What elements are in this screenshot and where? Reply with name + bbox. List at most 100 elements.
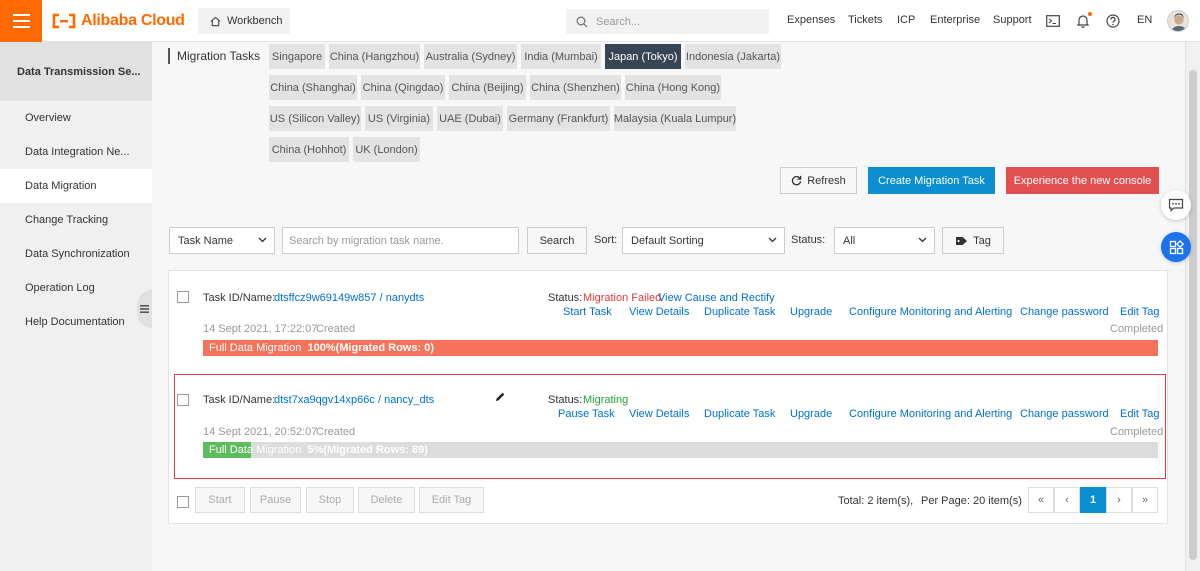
nav-icp[interactable]: ICP bbox=[897, 14, 915, 26]
chevron-down-icon bbox=[768, 237, 777, 243]
sidebar-item-data-synchronization[interactable]: Data Synchronization bbox=[0, 237, 152, 271]
region-china-beijing[interactable]: China (Beijing) bbox=[449, 75, 526, 100]
alibaba-cloud-logo-icon bbox=[52, 13, 76, 29]
sidebar-item-operation-log[interactable]: Operation Log bbox=[0, 271, 152, 305]
tag-filter-button[interactable]: Tag bbox=[942, 227, 1004, 254]
pagination-prev-button[interactable]: ‹ bbox=[1054, 487, 1080, 513]
region-china-qingdao[interactable]: China (Qingdao) bbox=[361, 75, 445, 100]
task-1-progress-detail: 100%(Migrated Rows: 0) bbox=[307, 342, 434, 354]
task-2-duplicate-task[interactable]: Duplicate Task bbox=[704, 408, 775, 420]
task-1-configure-monitoring[interactable]: Configure Monitoring and Alerting bbox=[849, 306, 1012, 318]
chat-feedback-button[interactable] bbox=[1161, 190, 1191, 220]
region-us-virginia[interactable]: US (Virginia) bbox=[365, 106, 433, 131]
avatar[interactable] bbox=[1167, 10, 1189, 32]
search-field-select[interactable]: Task Name bbox=[169, 227, 275, 254]
apps-button[interactable] bbox=[1161, 232, 1191, 262]
task-2-upgrade[interactable]: Upgrade bbox=[790, 408, 832, 420]
batch-delete-button[interactable]: Delete bbox=[358, 487, 415, 513]
task-1-created-time: 14 Sept 2021, 17:22:07 bbox=[203, 323, 318, 335]
sidebar-item-change-tracking[interactable]: Change Tracking bbox=[0, 203, 152, 237]
terminal-icon[interactable] bbox=[1044, 12, 1062, 30]
new-console-button[interactable]: Experience the new console bbox=[1006, 167, 1159, 194]
region-us-silicon-valley[interactable]: US (Silicon Valley) bbox=[269, 106, 361, 131]
sidebar-item-data-integration[interactable]: Data Integration Ne... bbox=[0, 135, 152, 169]
region-china-shenzhen[interactable]: China (Shenzhen) bbox=[530, 75, 621, 100]
search-icon bbox=[576, 16, 588, 27]
apps-grid-icon bbox=[1169, 239, 1184, 254]
select-all-checkbox[interactable] bbox=[177, 496, 189, 508]
region-singapore[interactable]: Singapore bbox=[269, 44, 325, 69]
sidebar-collapse-handle[interactable] bbox=[137, 290, 152, 328]
pagination-first-button[interactable]: « bbox=[1028, 487, 1054, 513]
task-2-id-link[interactable]: dtst7xa9qgv14xp66c / nancy_dts bbox=[274, 394, 434, 406]
nav-expenses[interactable]: Expenses bbox=[787, 14, 835, 26]
pagination-page-1[interactable]: 1 bbox=[1080, 487, 1106, 513]
region-china-hangzhou[interactable]: China (Hangzhou) bbox=[329, 44, 420, 69]
brand-logo[interactable]: Alibaba Cloud bbox=[52, 11, 185, 31]
sidebar-item-data-migration[interactable]: Data Migration bbox=[0, 169, 152, 203]
search-field-value: Task Name bbox=[178, 234, 234, 247]
task-1-duplicate-task[interactable]: Duplicate Task bbox=[704, 306, 775, 318]
region-uae-dubai[interactable]: UAE (Dubai) bbox=[437, 106, 503, 131]
task-1-view-details[interactable]: View Details bbox=[629, 306, 689, 318]
task-search-input[interactable]: Search by migration task name. bbox=[282, 227, 519, 254]
language-switch[interactable]: EN bbox=[1137, 14, 1152, 26]
chevron-down-icon bbox=[918, 237, 927, 243]
collapse-icon bbox=[140, 305, 149, 313]
sort-select[interactable]: Default Sorting bbox=[622, 227, 785, 254]
batch-start-button[interactable]: Start bbox=[195, 487, 245, 513]
menu-icon[interactable] bbox=[0, 0, 42, 42]
region-china-shanghai[interactable]: China (Shanghai) bbox=[269, 75, 357, 100]
region-malaysia-kuala-lumpur[interactable]: Malaysia (Kuala Lumpur) bbox=[614, 106, 736, 131]
help-icon[interactable] bbox=[1104, 12, 1122, 30]
task-1-upgrade[interactable]: Upgrade bbox=[790, 306, 832, 318]
sidebar-item-overview[interactable]: Overview bbox=[0, 101, 152, 135]
search-button[interactable]: Search bbox=[527, 227, 587, 254]
task-2-configure-monitoring[interactable]: Configure Monitoring and Alerting bbox=[849, 408, 1012, 420]
workbench-button[interactable]: Workbench bbox=[198, 8, 290, 34]
page-scrollbar[interactable] bbox=[1185, 42, 1200, 571]
nav-enterprise[interactable]: Enterprise bbox=[930, 14, 980, 26]
global-search-input[interactable]: Search... bbox=[566, 9, 769, 34]
task-2-edit-tag[interactable]: Edit Tag bbox=[1120, 408, 1160, 420]
task-2-created-time: 14 Sept 2021, 20:52:07 bbox=[203, 426, 318, 438]
region-japan-tokyo[interactable]: Japan (Tokyo) bbox=[605, 44, 681, 69]
create-migration-task-button[interactable]: Create Migration Task bbox=[868, 167, 995, 194]
region-china-hohhot[interactable]: China (Hohhot) bbox=[269, 137, 349, 162]
nav-tickets[interactable]: Tickets bbox=[848, 14, 882, 26]
edit-name-pencil-icon[interactable] bbox=[494, 391, 508, 405]
page-title: Migration Tasks bbox=[168, 48, 260, 64]
pagination-next-button[interactable]: › bbox=[1106, 487, 1132, 513]
task-2-pause-task[interactable]: Pause Task bbox=[558, 408, 615, 420]
task-1-id-link[interactable]: dtsffcz9w69149w857 / nanydts bbox=[274, 292, 424, 304]
task-2-progress-text: Full Data Migration 5%(Migrated Rows: 89… bbox=[209, 442, 428, 458]
task-2-change-password[interactable]: Change password bbox=[1020, 408, 1109, 420]
region-indonesia-jakarta[interactable]: Indonesia (Jakarta) bbox=[685, 44, 781, 69]
batch-stop-button[interactable]: Stop bbox=[306, 487, 354, 513]
bell-icon[interactable] bbox=[1074, 12, 1092, 30]
region-china-hong-kong[interactable]: China (Hong Kong) bbox=[625, 75, 721, 100]
region-india-mumbai[interactable]: India (Mumbai) bbox=[521, 44, 601, 69]
task-2-view-details[interactable]: View Details bbox=[629, 408, 689, 420]
task-1-checkbox[interactable] bbox=[177, 291, 189, 303]
status-select[interactable]: All bbox=[834, 227, 935, 254]
task-1-state: Completed bbox=[1110, 323, 1164, 335]
pagination-last-button[interactable]: » bbox=[1132, 487, 1158, 513]
task-1-edit-tag[interactable]: Edit Tag bbox=[1120, 306, 1160, 318]
tag-icon bbox=[956, 236, 968, 245]
scrollbar-thumb[interactable] bbox=[1189, 70, 1197, 560]
search-placeholder: Search... bbox=[596, 15, 641, 28]
batch-pause-button[interactable]: Pause bbox=[250, 487, 301, 513]
task-2-checkbox[interactable] bbox=[177, 394, 189, 406]
region-uk-london[interactable]: UK (London) bbox=[353, 137, 420, 162]
batch-edit-tag-button[interactable]: Edit Tag bbox=[419, 487, 484, 513]
nav-support[interactable]: Support bbox=[993, 14, 1032, 26]
sidebar-item-help-documentation[interactable]: Help Documentation bbox=[0, 305, 152, 339]
region-germany-frankfurt[interactable]: Germany (Frankfurt) bbox=[507, 106, 610, 131]
task-1-change-password[interactable]: Change password bbox=[1020, 306, 1109, 318]
task-1-progress-label: Full Data Migration bbox=[209, 342, 302, 354]
region-australia-sydney[interactable]: Australia (Sydney) bbox=[424, 44, 517, 69]
refresh-button[interactable]: Refresh bbox=[780, 167, 857, 194]
task-1-view-cause-link[interactable]: View Cause and Rectify bbox=[658, 292, 775, 304]
task-1-start-task[interactable]: Start Task bbox=[563, 306, 612, 318]
